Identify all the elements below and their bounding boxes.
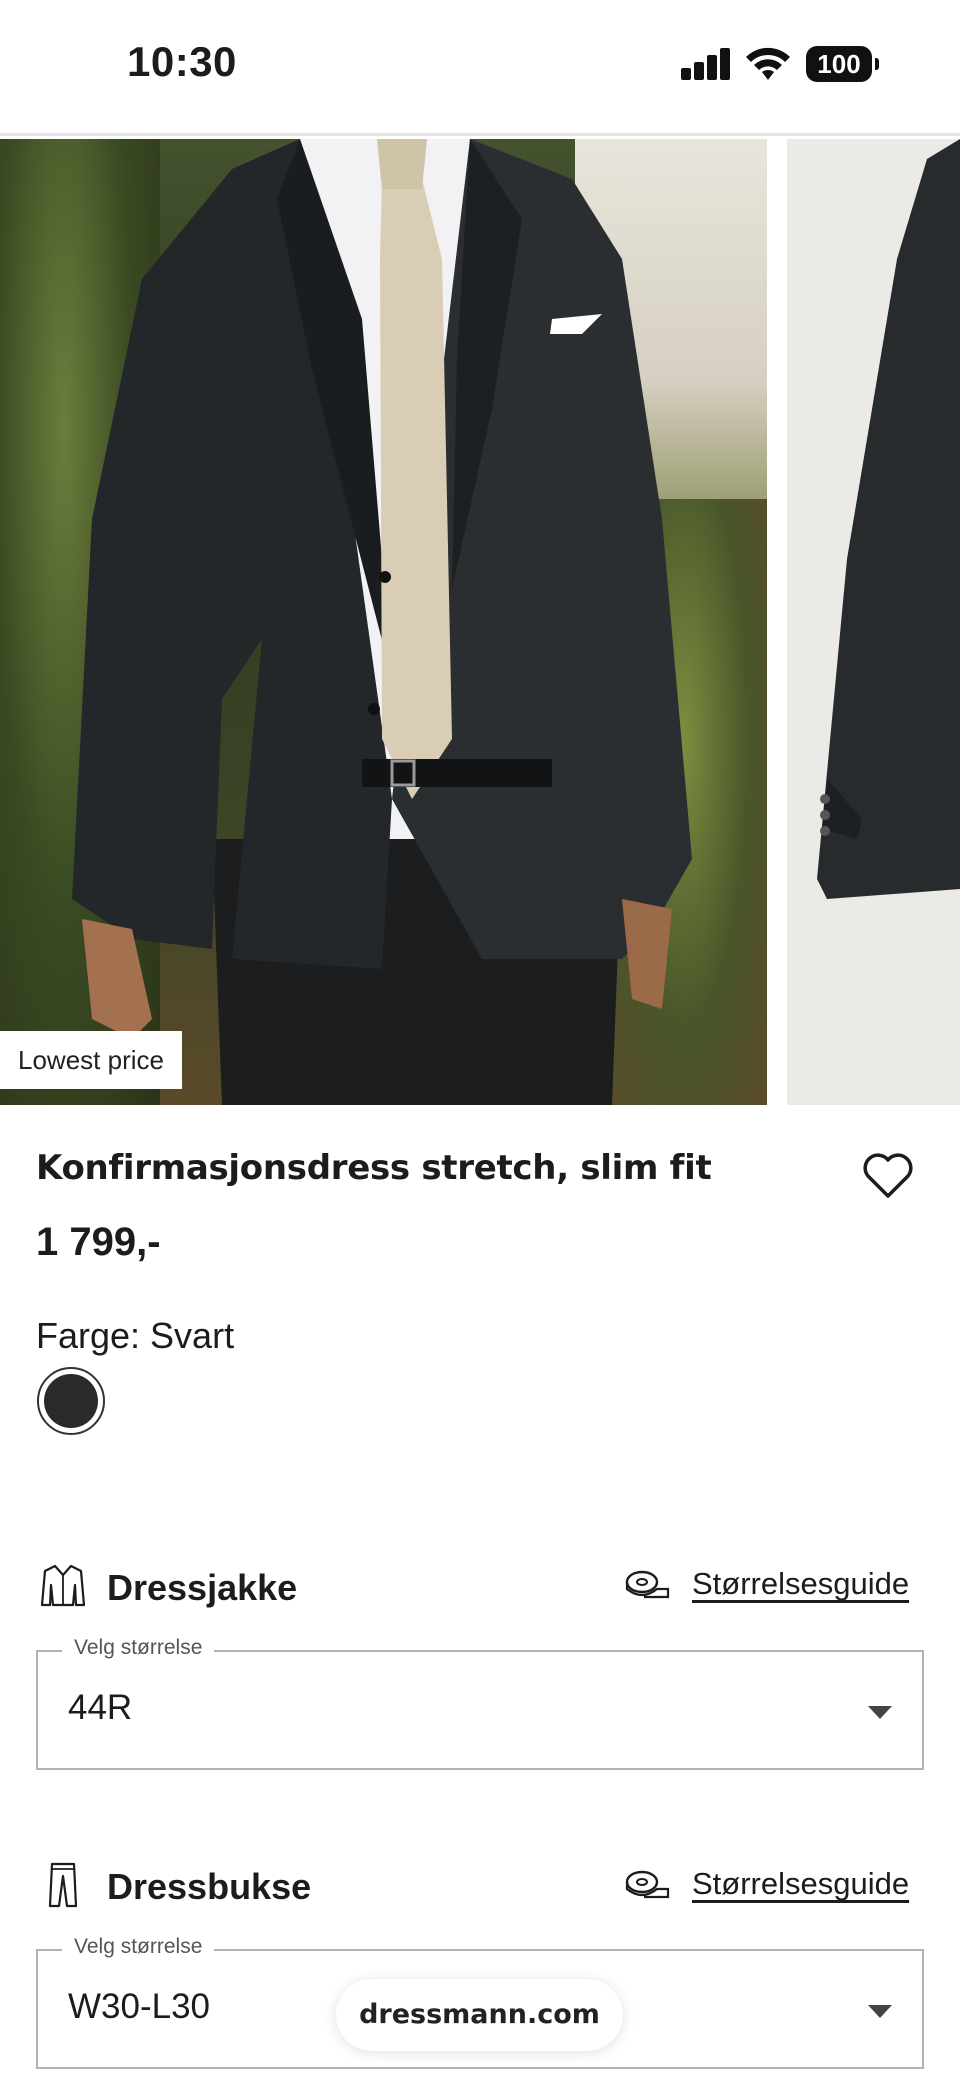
- field-legend: Velg størrelse: [62, 1636, 215, 1660]
- trousers-icon: [48, 1862, 78, 1908]
- heart-icon[interactable]: [862, 1152, 914, 1200]
- chevron-down-icon: [868, 2005, 892, 2018]
- size-guide-link-jacket[interactable]: Størrelsesguide: [624, 1566, 909, 1602]
- status-time: 10:30: [127, 38, 237, 85]
- product-price: 1 799,-: [36, 1220, 161, 1264]
- section-title-jacket: Dressjakke: [107, 1567, 298, 1608]
- status-bar: 10:30 100: [0, 0, 960, 136]
- tape-measure-icon: [625, 1570, 670, 1599]
- size-guide-link-trousers[interactable]: Størrelsesguide: [624, 1866, 909, 1902]
- jacket-icon: [40, 1564, 86, 1607]
- signal-icon: [681, 48, 731, 80]
- color-label: Farge: Svart: [36, 1315, 235, 1356]
- size-guide-label: Størrelsesguide: [692, 1866, 910, 1901]
- browser-url-pill[interactable]: dressmann.com: [336, 1979, 623, 2051]
- product-gallery[interactable]: Lowest price: [0, 139, 960, 1105]
- size-guide-label: Størrelsesguide: [692, 1566, 910, 1601]
- selected-size: 44R: [68, 1688, 133, 1727]
- tape-measure-icon: [625, 1870, 670, 1899]
- size-select-jacket[interactable]: Velg størrelse 44R: [36, 1636, 924, 1770]
- section-title-trousers: Dressbukse: [107, 1866, 312, 1907]
- wifi-icon: [746, 47, 790, 80]
- lowest-price-badge: Lowest price: [0, 1031, 182, 1089]
- product-photo-packshot[interactable]: [787, 139, 960, 1105]
- product-title: Konfirmasjonsdress stretch, slim fit: [36, 1148, 712, 1188]
- jacket-packshot: [817, 139, 960, 899]
- suit-illustration: [72, 139, 692, 1105]
- chevron-down-icon: [868, 1706, 892, 1719]
- selected-size: W30-L30: [68, 1987, 211, 2026]
- product-photo-model[interactable]: [0, 139, 767, 1105]
- color-swatch-black[interactable]: [37, 1367, 105, 1435]
- field-legend: Velg størrelse: [62, 1935, 215, 1959]
- battery-icon: 100: [806, 46, 879, 82]
